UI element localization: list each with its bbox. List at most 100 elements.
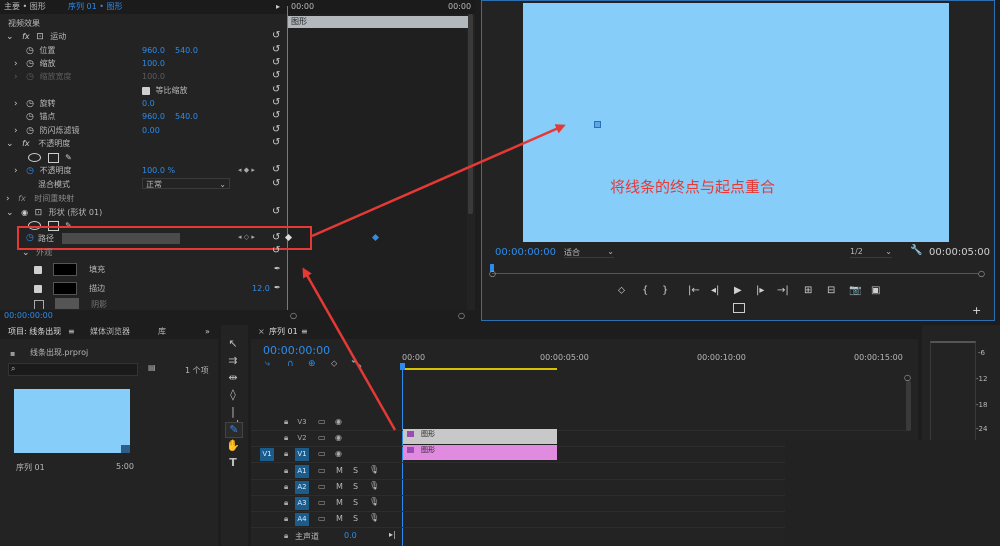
panel-menu-icon[interactable]: ≡: [301, 325, 308, 339]
resolution-dropdown[interactable]: 1/2 ⌄: [850, 247, 892, 258]
tab-sequence[interactable]: 序列 01: [269, 325, 298, 339]
tab-master[interactable]: 主要 • 图形: [4, 0, 46, 14]
sequence-thumbnail[interactable]: [14, 389, 130, 453]
mute-button[interactable]: M: [336, 482, 343, 491]
extract-icon[interactable]: ⊟: [827, 285, 835, 296]
ripple-edit-tool-icon[interactable]: ⇹: [225, 371, 241, 385]
expand-arrow-icon[interactable]: ⌄: [6, 138, 14, 151]
panel-menu-icon[interactable]: ≡: [68, 325, 75, 339]
track-a2-label[interactable]: A2: [295, 481, 309, 494]
timeline-timecode[interactable]: 00:00:00:00: [263, 344, 330, 357]
camera-icon[interactable]: 📷: [849, 285, 861, 296]
lock-icon[interactable]: 🔒︎: [284, 498, 288, 508]
safe-margins-icon[interactable]: [733, 303, 745, 313]
reset-rotation-icon[interactable]: ↺: [272, 97, 280, 108]
opacity-value[interactable]: 100.0 %: [142, 164, 175, 177]
pen-mask-icon[interactable]: ✎: [65, 153, 72, 162]
fill-color-swatch[interactable]: [52, 263, 77, 276]
tab-project[interactable]: 项目: 线条出现: [8, 325, 61, 339]
effect-scrollbar[interactable]: [468, 14, 473, 214]
go-to-out-icon[interactable]: →|: [777, 285, 789, 296]
eye-icon[interactable]: ◉: [335, 449, 342, 458]
anchor-point-marker[interactable]: [594, 121, 601, 128]
microphone-icon[interactable]: 🎙︎: [369, 513, 379, 522]
timeline-vscroll[interactable]: [906, 381, 911, 431]
expand-arrow-icon[interactable]: ⌄: [22, 247, 30, 260]
fit-dropdown[interactable]: 适合 ⌄: [564, 247, 614, 258]
solo-button[interactable]: S: [353, 498, 358, 507]
mini-zoom-handle[interactable]: ○: [290, 311, 297, 320]
program-preview[interactable]: 将线条的终点与起点重合: [523, 3, 949, 242]
add-marker-icon[interactable]: ⬦: [331, 359, 337, 369]
track-a3-label[interactable]: A3: [295, 497, 309, 510]
rect-mask-icon[interactable]: [47, 152, 59, 163]
sync-lock-icon[interactable]: ▭: [318, 482, 326, 491]
wrench-icon[interactable]: 🔧: [910, 245, 922, 256]
lock-icon[interactable]: 🔒︎: [284, 449, 288, 459]
stopwatch-active-icon[interactable]: ◷: [26, 165, 34, 178]
lock-icon[interactable]: 🔒︎: [284, 466, 288, 476]
new-bin-icon[interactable]: ▤: [148, 363, 156, 372]
position-x-value[interactable]: 960.0: [142, 44, 165, 57]
lock-icon[interactable]: 🔒︎: [284, 433, 288, 443]
stroke-checkbox[interactable]: [34, 284, 42, 293]
project-search-input[interactable]: ⌕: [8, 363, 138, 376]
track-a1-label[interactable]: A1: [295, 465, 309, 478]
eyedropper-icon[interactable]: ✒: [274, 264, 281, 273]
shadow-checkbox[interactable]: [34, 299, 44, 309]
ellipse-mask-icon[interactable]: [28, 153, 41, 162]
eye-icon[interactable]: ◉: [335, 433, 342, 442]
sync-lock-icon[interactable]: ▭: [318, 466, 326, 475]
tab-media-browser[interactable]: 媒体浏览器: [90, 325, 130, 339]
reset-opacity-value-icon[interactable]: ↺: [272, 164, 280, 175]
lock-icon[interactable]: 🔒︎: [284, 482, 288, 492]
clip-v1[interactable]: 图形: [403, 445, 557, 460]
reset-appearance-icon[interactable]: ↺: [272, 245, 280, 256]
step-forward-icon[interactable]: |▸: [756, 285, 764, 296]
track-a4-label[interactable]: A4: [295, 513, 309, 526]
mini-playhead[interactable]: [287, 6, 288, 314]
fx-opacity-row[interactable]: ⌄ fx 不透明度: [6, 137, 70, 150]
work-area-bar[interactable]: [402, 368, 557, 370]
program-scrub-bar[interactable]: [492, 273, 978, 274]
solo-button[interactable]: S: [353, 514, 358, 523]
hand-tool-icon[interactable]: ✋: [225, 439, 241, 453]
settings-wrench-icon[interactable]: 🔧: [351, 359, 362, 369]
reset-blend-icon[interactable]: ↺: [272, 178, 280, 189]
track-v3-label[interactable]: V3: [295, 416, 309, 429]
reset-scale-icon[interactable]: ↺: [272, 57, 280, 68]
stroke-value[interactable]: 12.0: [252, 282, 270, 295]
lock-icon[interactable]: 🔒︎: [284, 417, 288, 427]
microphone-icon[interactable]: 🎙︎: [369, 497, 379, 506]
razor-tool-icon[interactable]: ◊: [225, 388, 241, 402]
mute-button[interactable]: M: [336, 514, 343, 523]
lock-icon[interactable]: 🔒︎: [284, 514, 288, 524]
selection-tool-icon[interactable]: ↖: [225, 337, 241, 351]
current-time[interactable]: 00:00:00:00: [4, 311, 53, 320]
type-tool-icon[interactable]: T: [225, 456, 241, 470]
fx-time-remap-row[interactable]: › fx 时间重映射: [6, 192, 74, 205]
track-v1-label[interactable]: V1: [295, 448, 309, 461]
scrub-handle-right[interactable]: ○: [978, 269, 985, 278]
mark-in-icon[interactable]: {: [642, 285, 648, 296]
expand-arrow-icon[interactable]: ›: [6, 193, 10, 206]
antiflicker-value[interactable]: 0.00: [142, 124, 160, 137]
timeline-ruler[interactable]: 00:00 00:00:05:00 00:00:10:00 00:00:15:0…: [402, 349, 905, 371]
snap-icon[interactable]: ∩: [287, 359, 294, 369]
more-tabs-icon[interactable]: »: [205, 325, 210, 339]
go-to-in-icon[interactable]: |←: [688, 285, 700, 296]
stopwatch-icon[interactable]: ◷: [26, 111, 34, 124]
fx-shape-row[interactable]: ⌄ ◉ ⊡ 形状 (形状 01): [6, 206, 102, 219]
expand-arrow-icon[interactable]: ›: [14, 98, 18, 111]
sync-lock-icon[interactable]: ▭: [318, 417, 326, 426]
reset-uniform-icon[interactable]: ↺: [272, 84, 280, 95]
mark-out-icon[interactable]: }: [662, 285, 668, 296]
linked-selection-icon[interactable]: ⊕: [308, 359, 316, 369]
solo-button[interactable]: S: [353, 466, 358, 475]
stroke-color-swatch[interactable]: [52, 282, 77, 295]
close-tab-icon[interactable]: ×: [258, 325, 265, 339]
sync-lock-icon[interactable]: ▭: [318, 498, 326, 507]
nest-toggle-icon[interactable]: ⤷: [265, 359, 270, 369]
anchor-y-value[interactable]: 540.0: [175, 110, 198, 123]
slip-tool-icon[interactable]: |↔|: [225, 405, 241, 431]
